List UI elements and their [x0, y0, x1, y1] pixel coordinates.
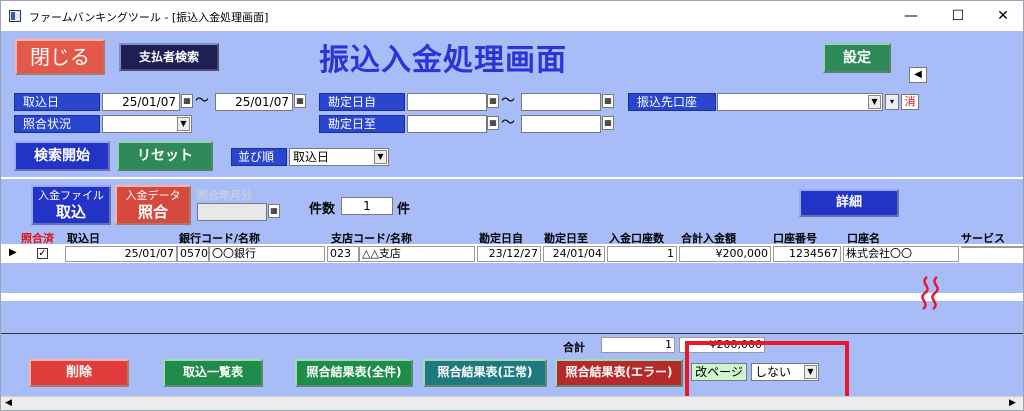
total-label: 合計 [563, 341, 585, 354]
calendar-icon[interactable]: ▦ [268, 204, 280, 218]
result-ok-button[interactable]: 照合結果表(正常) [423, 359, 547, 387]
cell-intake-date: 25/01/07 [65, 246, 177, 262]
kanjo-to-start-input[interactable] [407, 115, 487, 133]
highlight-box [685, 341, 849, 403]
maximize-icon[interactable]: ☐ [938, 5, 978, 27]
match-month-label: 照合年月分 [197, 189, 252, 202]
intake-list-button[interactable]: 取込一覧表 [163, 359, 263, 387]
delete-button[interactable]: 削除 [29, 359, 129, 387]
cell-bank-code: 0570 [177, 246, 209, 262]
import-file-top: 入金ファイル [38, 189, 104, 202]
cell-service [961, 246, 1023, 248]
matched-checkbox[interactable]: ✓ [37, 248, 48, 259]
divider [1, 177, 1023, 179]
sort-select[interactable]: 取込日 ▼ [289, 148, 389, 166]
app-window: ファームバンキングツール - [振込入金処理画面] — ☐ ✕ 閉じる 支払者検… [0, 0, 1024, 411]
result-all-button[interactable]: 照合結果表(全件) [295, 359, 413, 387]
cell-account-no: 1234567 [773, 246, 841, 262]
kanjo-from-end-input[interactable] [521, 93, 601, 111]
range-separator: 〜 [501, 93, 515, 109]
page-title: 振込入金処理画面 [319, 43, 567, 78]
minimize-icon[interactable]: — [891, 5, 931, 27]
scroll-right-icon[interactable]: ▶ [1009, 397, 1016, 409]
import-file-bottom: 取込 [55, 203, 86, 221]
cell-branch-name: △△支店 [359, 246, 475, 262]
omission-band [1, 293, 1023, 301]
app-icon [9, 10, 21, 22]
collapse-arrow-icon[interactable]: ◀ [909, 67, 927, 83]
cell-account-name: 株式会社〇〇 [843, 246, 959, 262]
cell-bank-name: 〇〇銀行 [209, 246, 325, 262]
range-separator: 〜 [501, 115, 515, 131]
calendar-icon[interactable]: ▦ [181, 94, 193, 108]
chevron-down-icon: ▼ [374, 150, 387, 164]
cell-branch-code: 023 [327, 246, 359, 262]
match-data-button[interactable]: 入金データ 照合 [115, 185, 191, 225]
dropdown-toggle-icon[interactable]: ▾ [885, 94, 899, 110]
calendar-icon[interactable]: ▦ [487, 116, 499, 130]
calendar-icon[interactable]: ▦ [602, 94, 614, 108]
sort-label: 並び順 [231, 148, 287, 166]
chevron-down-icon: ▼ [868, 95, 881, 109]
calendar-icon[interactable]: ▦ [294, 94, 306, 108]
main-panel: 閉じる 支払者検索 振込入金処理画面 設定 ◀ 取込日 25/01/07 ▦ 〜… [1, 31, 1023, 396]
row-pointer-icon: ▶ [9, 247, 17, 258]
intake-date-to-input[interactable]: 25/01/07 [215, 93, 293, 111]
cell-account-count: 1 [607, 246, 677, 262]
payer-search-button[interactable]: 支払者検索 [119, 43, 219, 71]
close-window-icon[interactable]: ✕ [983, 5, 1023, 27]
import-file-button[interactable]: 入金ファイル 取込 [31, 185, 111, 225]
match-status-label: 照合状況 [14, 115, 100, 133]
sort-select-value: 取込日 [293, 150, 330, 164]
intake-date-from-input[interactable]: 25/01/07 [102, 93, 180, 111]
title-bar: ファームバンキングツール - [振込入金処理画面] — ☐ ✕ [1, 1, 1023, 31]
result-error-button[interactable]: 照合結果表(エラー) [555, 359, 683, 387]
dest-account-label: 振込先口座 [628, 93, 716, 111]
divider [1, 333, 1023, 334]
range-separator: 〜 [195, 93, 209, 109]
match-data-top: 入金データ [125, 189, 181, 202]
kanjo-to-end-input[interactable] [521, 115, 601, 133]
chevron-down-icon: ▼ [177, 117, 190, 131]
reset-button[interactable]: リセット [117, 141, 213, 171]
count-value: 1 [341, 197, 393, 215]
intake-date-label: 取込日 [14, 93, 100, 111]
close-button[interactable]: 閉じる [15, 39, 105, 75]
omission-squiggle-icon [915, 275, 945, 313]
scroll-left-icon[interactable]: ◀ [5, 397, 12, 409]
cell-kanjo-to: 24/01/04 [543, 246, 605, 262]
cell-total-amount: ¥200,000 [679, 246, 771, 262]
cell-kanjo-from: 23/12/27 [477, 246, 541, 262]
count-unit: 件 [397, 202, 411, 217]
detail-button[interactable]: 詳細 [799, 189, 899, 217]
clear-button[interactable]: 消 [901, 94, 919, 110]
horizontal-scrollbar[interactable]: ◀ ▶ [1, 396, 1023, 410]
search-button[interactable]: 検索開始 [14, 141, 110, 171]
match-month-input[interactable] [197, 203, 267, 221]
window-title: ファームバンキングツール - [振込入金処理画面] [29, 11, 269, 24]
settings-button[interactable]: 設定 [823, 43, 891, 73]
match-status-select[interactable]: ▼ [102, 115, 192, 133]
calendar-icon[interactable]: ▦ [602, 116, 614, 130]
kanjo-to-label: 勘定日至 [319, 115, 405, 133]
match-data-bottom: 照合 [137, 203, 168, 221]
total-count: 1 [601, 337, 675, 353]
calendar-icon[interactable]: ▦ [487, 94, 499, 108]
kanjo-from-label: 勘定日自 [319, 93, 405, 111]
dest-account-select[interactable]: ▼ [717, 93, 883, 111]
count-label: 件数 [309, 202, 336, 217]
kanjo-from-start-input[interactable] [407, 93, 487, 111]
